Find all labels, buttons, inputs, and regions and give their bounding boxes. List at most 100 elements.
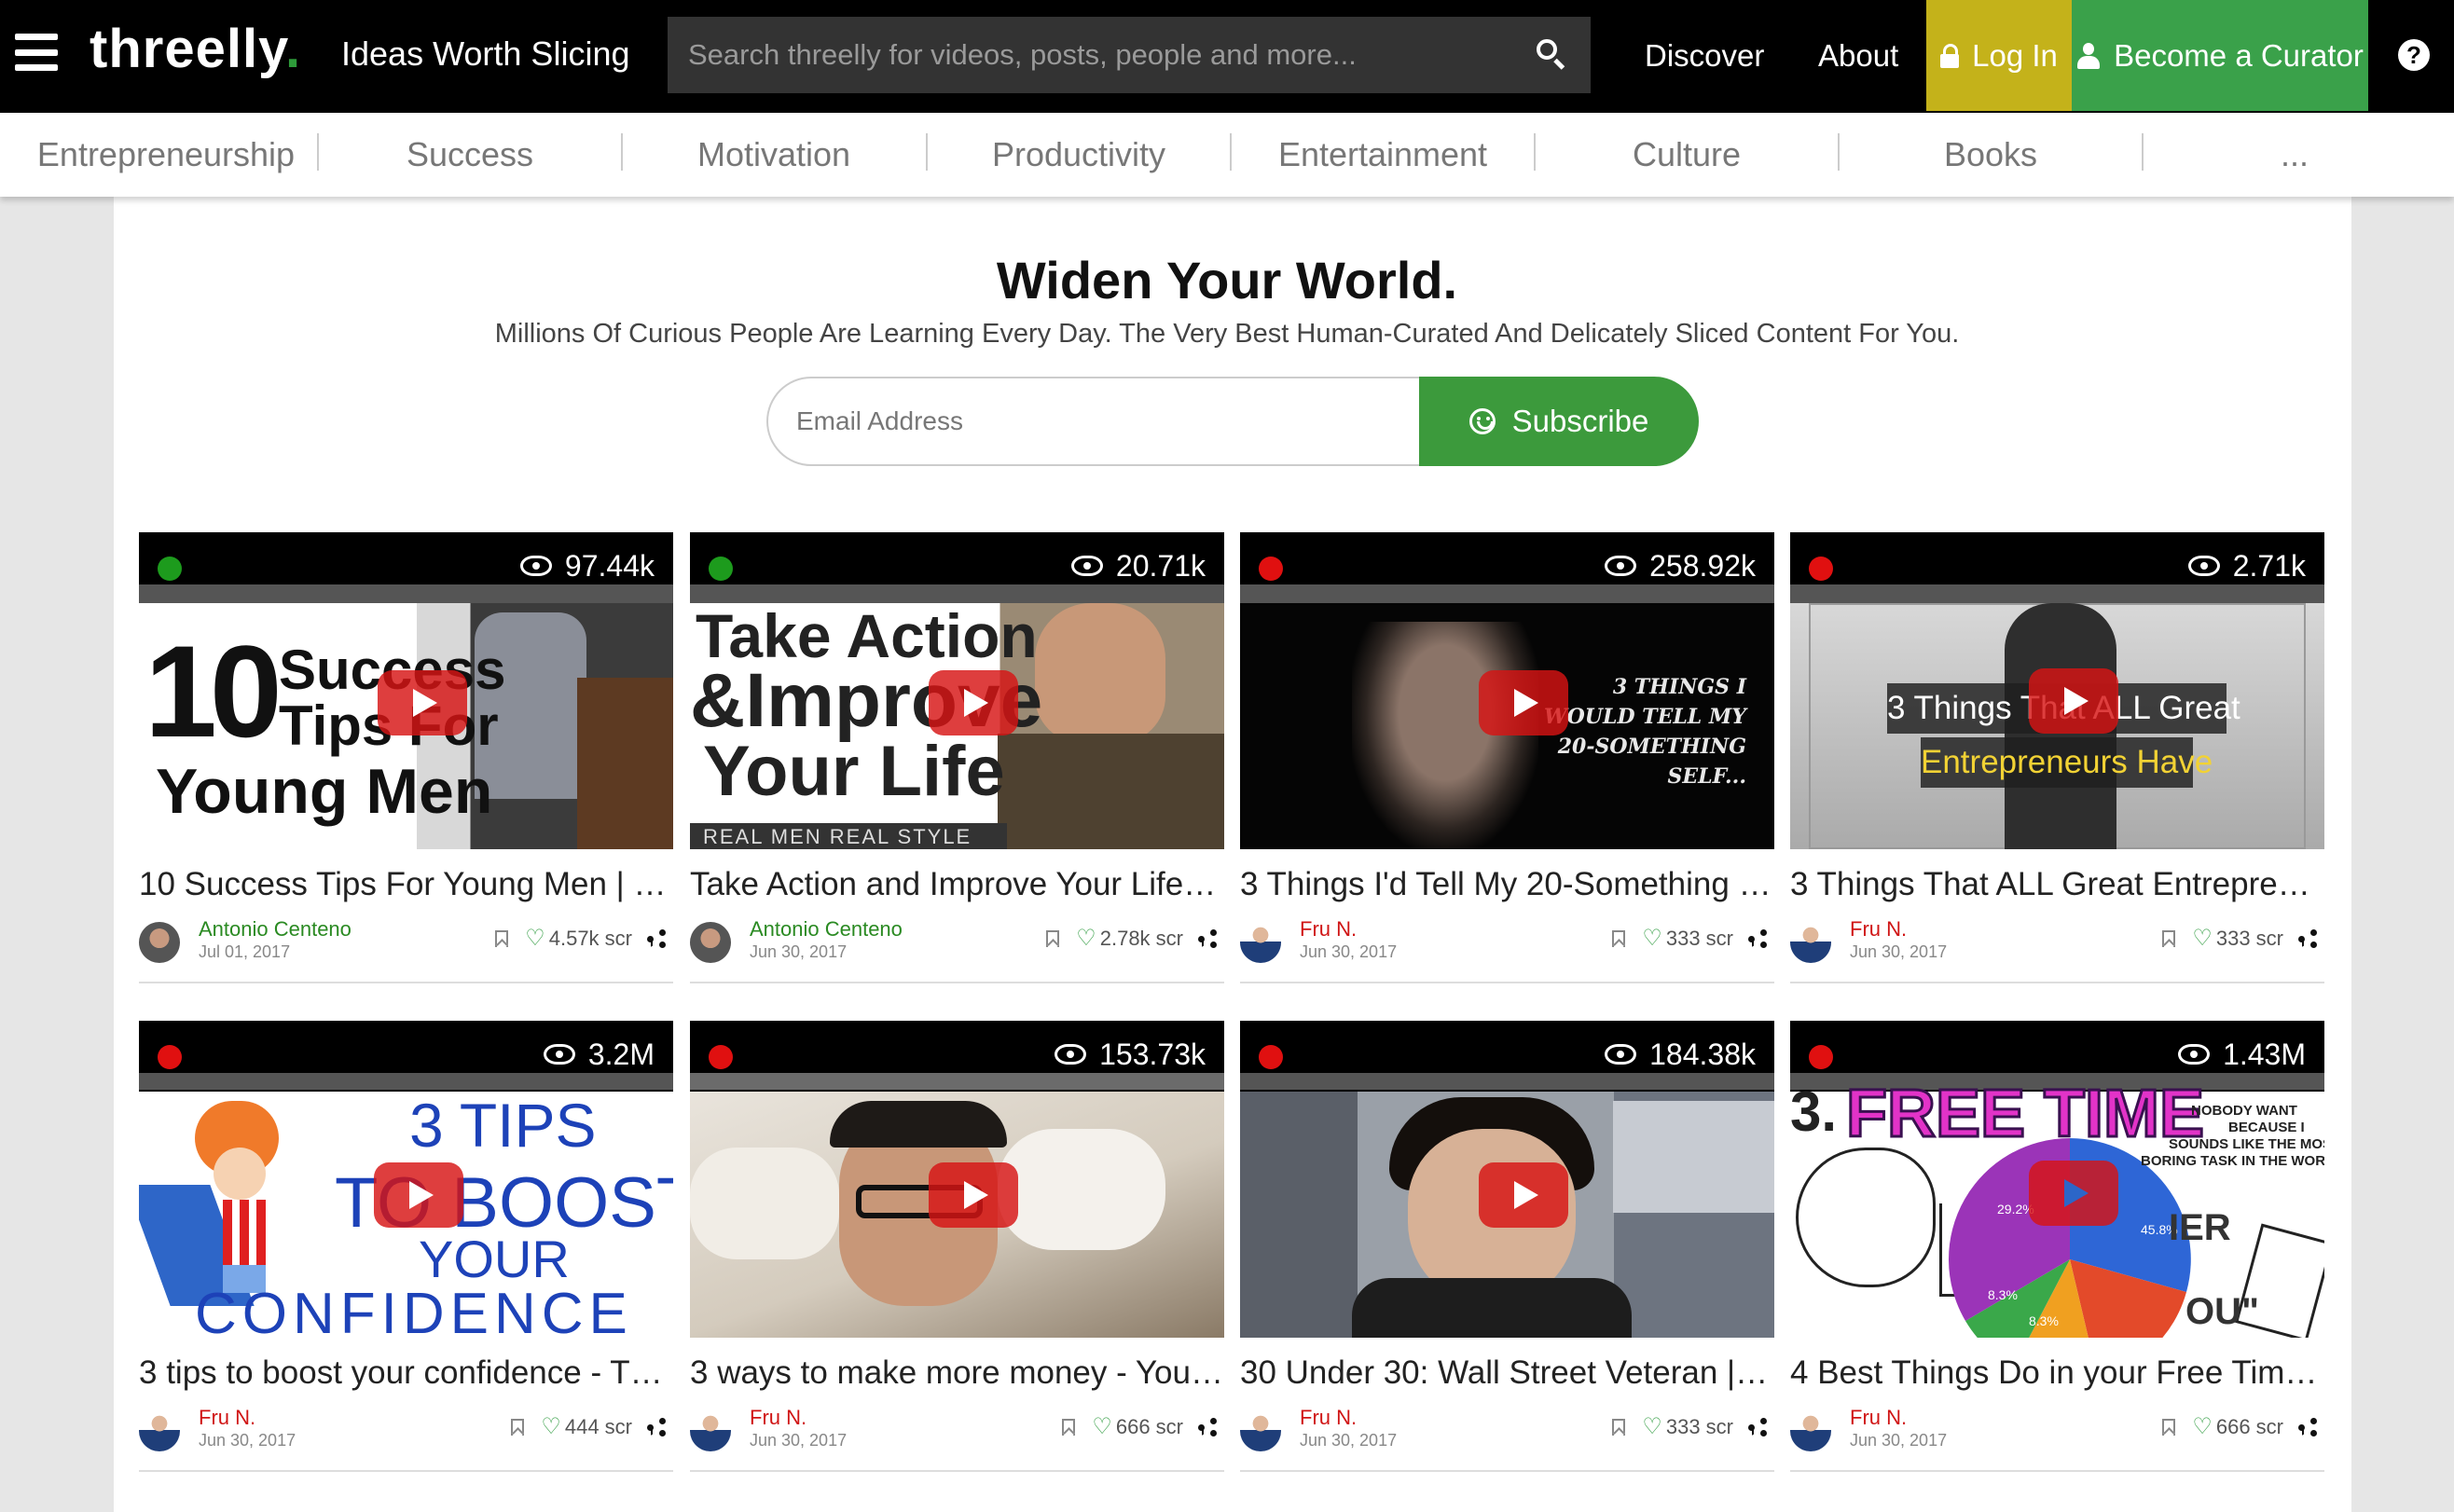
login-button[interactable]: Log In: [1926, 0, 2072, 111]
play-icon[interactable]: [929, 670, 1018, 735]
video-thumbnail[interactable]: Take Action &Improve Your Life REAL MEN …: [690, 532, 1224, 849]
subscribe-button[interactable]: Subscribe: [1419, 377, 1699, 466]
share-icon[interactable]: [647, 929, 666, 948]
help-icon[interactable]: ?: [2398, 39, 2430, 71]
video-thumbnail[interactable]: 3 Things That ALL Great Entrepreneurs Ha…: [1790, 532, 2324, 849]
nav-about[interactable]: About: [1818, 35, 1898, 76]
category-culture[interactable]: Culture: [1537, 113, 1836, 197]
video-thumbnail[interactable]: 153.73k: [690, 1021, 1224, 1338]
category-success[interactable]: Success: [321, 113, 619, 197]
view-count: 2.71k: [2187, 547, 2306, 584]
card-title[interactable]: 4 Best Things Do in your Free Time...: [1790, 1353, 2324, 1394]
avatar[interactable]: [690, 922, 731, 963]
category-productivity[interactable]: Productivity: [930, 113, 1228, 197]
author-name[interactable]: Fru N.: [1300, 916, 1357, 942]
heart-icon[interactable]: ♡: [1642, 1414, 1662, 1440]
avatar[interactable]: [139, 922, 180, 963]
play-icon[interactable]: [374, 1162, 463, 1228]
video-thumbnail[interactable]: 10 Success Tips For Young Men 97.44k: [139, 532, 673, 849]
search-icon[interactable]: [1516, 17, 1591, 93]
author-name[interactable]: Antonio Centeno: [199, 916, 352, 942]
share-icon[interactable]: [1198, 1418, 1217, 1436]
search-input[interactable]: [668, 17, 1516, 93]
video-card[interactable]: 3. FREE TIME NOBODY WANT BECAUSE I SOUND…: [1790, 1021, 2324, 1472]
play-icon[interactable]: [378, 670, 467, 735]
bookmark-icon[interactable]: [2162, 930, 2176, 947]
publish-date: Jul 01, 2017: [199, 942, 291, 961]
menu-icon[interactable]: [15, 34, 58, 71]
bookmark-icon[interactable]: [1612, 1419, 1626, 1436]
video-thumbnail[interactable]: 3 TIPS TO BOOST YOUR CONFIDENCE 3.2M: [139, 1021, 673, 1338]
video-card[interactable]: 10 Success Tips For Young Men 97.44k 10 …: [139, 532, 673, 983]
card-title[interactable]: Take Action and Improve Your Life | Real…: [690, 864, 1224, 905]
heart-icon[interactable]: ♡: [541, 1414, 561, 1440]
video-card[interactable]: 153.73k 3 ways to make more money - YouT…: [690, 1021, 1224, 1472]
category-motivation[interactable]: Motivation: [625, 113, 923, 197]
view-count: 184.38k: [1605, 1036, 1756, 1073]
author-name[interactable]: Fru N.: [1850, 1405, 1907, 1431]
author-name[interactable]: Antonio Centeno: [750, 916, 903, 942]
nav-discover[interactable]: Discover: [1645, 35, 1764, 76]
card-title[interactable]: 3 ways to make more money - YouTube: [690, 1353, 1224, 1394]
heart-icon[interactable]: ♡: [1092, 1414, 1112, 1440]
play-icon[interactable]: [2029, 1161, 2118, 1226]
status-indicator: [1259, 1045, 1283, 1069]
video-thumbnail[interactable]: 184.38k: [1240, 1021, 1774, 1338]
share-icon[interactable]: [647, 1418, 666, 1436]
video-thumbnail[interactable]: 3. FREE TIME NOBODY WANT BECAUSE I SOUND…: [1790, 1021, 2324, 1338]
bookmark-icon[interactable]: [1062, 1419, 1076, 1436]
author-name[interactable]: Fru N.: [750, 1405, 807, 1431]
category-more[interactable]: ...: [2145, 113, 2444, 197]
video-card[interactable]: 3 THINGS I WOULD TELL MY 20-SOMETHING SE…: [1240, 532, 1774, 983]
bookmark-icon[interactable]: [1046, 930, 1060, 947]
video-card[interactable]: 184.38k 30 Under 30: Wall Street Veteran…: [1240, 1021, 1774, 1472]
card-title[interactable]: 3 Things I'd Tell My 20-Something Self: [1240, 864, 1774, 905]
card-title[interactable]: 3 Things That ALL Great Entrepreneurs Ha…: [1790, 864, 2324, 905]
category-bar: Entrepreneurship Success Motivation Prod…: [0, 113, 2454, 197]
share-icon[interactable]: [2298, 1418, 2317, 1436]
video-thumbnail[interactable]: 3 THINGS I WOULD TELL MY 20-SOMETHING SE…: [1240, 532, 1774, 849]
bookmark-icon[interactable]: [1612, 930, 1626, 947]
avatar[interactable]: [1240, 922, 1281, 963]
category-books[interactable]: Books: [1841, 113, 2140, 197]
heart-icon[interactable]: ♡: [525, 926, 545, 952]
video-card[interactable]: Take Action &Improve Your Life REAL MEN …: [690, 532, 1224, 983]
status-indicator: [709, 1045, 733, 1069]
card-title[interactable]: 30 Under 30: Wall Street Veteran | Forbe…: [1240, 1353, 1774, 1394]
heart-icon[interactable]: ♡: [2192, 1414, 2213, 1440]
top-navbar: threelly. Ideas Worth Slicing Discover A…: [0, 0, 2454, 113]
play-icon[interactable]: [2029, 668, 2118, 734]
avatar[interactable]: [1240, 1410, 1281, 1451]
logo[interactable]: threelly.: [90, 17, 301, 82]
play-icon[interactable]: [929, 1162, 1018, 1228]
heart-icon[interactable]: ♡: [1076, 926, 1096, 952]
share-icon[interactable]: [1748, 1418, 1767, 1436]
avatar[interactable]: [1790, 1410, 1831, 1451]
avatar[interactable]: [690, 1410, 731, 1451]
share-icon[interactable]: [1198, 929, 1217, 948]
bookmark-icon[interactable]: [495, 930, 509, 947]
become-curator-button[interactable]: Become a Curator: [2072, 0, 2368, 111]
avatar[interactable]: [1790, 922, 1831, 963]
bookmark-icon[interactable]: [511, 1419, 525, 1436]
share-icon[interactable]: [1748, 929, 1767, 948]
author-name[interactable]: Fru N.: [199, 1405, 255, 1431]
author-name[interactable]: Fru N.: [1850, 916, 1907, 942]
category-entrepreneurship[interactable]: Entrepreneurship: [19, 113, 313, 197]
play-icon[interactable]: [1479, 1162, 1568, 1228]
play-icon[interactable]: [1479, 670, 1568, 735]
category-entertainment[interactable]: Entertainment: [1234, 113, 1532, 197]
heart-icon[interactable]: ♡: [1642, 926, 1662, 952]
category-separator: [2142, 133, 2144, 171]
share-icon[interactable]: [2298, 929, 2317, 948]
video-card[interactable]: 3 Things That ALL Great Entrepreneurs Ha…: [1790, 532, 2324, 983]
author-name[interactable]: Fru N.: [1300, 1405, 1357, 1431]
card-title[interactable]: 10 Success Tips For Young Men | Real Men…: [139, 864, 673, 905]
heart-icon[interactable]: ♡: [2192, 926, 2213, 952]
card-title[interactable]: 3 tips to boost your confidence - TED-Ed: [139, 1353, 673, 1394]
avatar[interactable]: [139, 1410, 180, 1451]
bookmark-icon[interactable]: [2162, 1419, 2176, 1436]
email-input[interactable]: [766, 377, 1419, 466]
video-card[interactable]: 3 TIPS TO BOOST YOUR CONFIDENCE 3.2M 3 t…: [139, 1021, 673, 1472]
eye-icon: [543, 1044, 575, 1065]
